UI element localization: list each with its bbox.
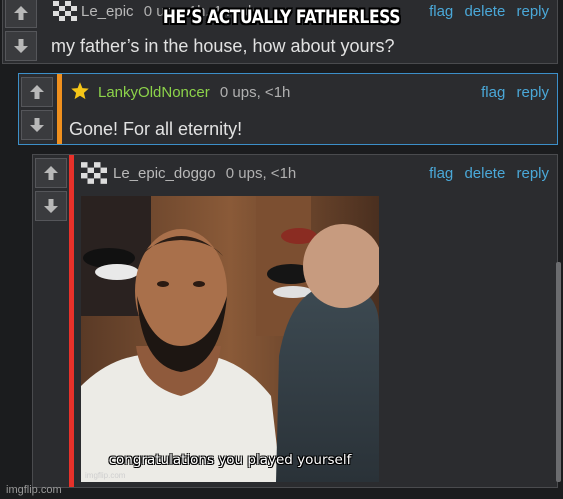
arrow-up-icon (14, 6, 28, 20)
downvote-button[interactable] (5, 31, 37, 61)
pixel-avatar-icon[interactable] (81, 161, 107, 190)
comment-3: Le_epic_doggo 0 ups, <1h flag delete rep… (32, 154, 558, 488)
comment-stats: 0 ups, <1h (219, 84, 291, 101)
arrow-down-icon (30, 118, 44, 132)
vote-controls (33, 155, 69, 221)
arrow-down-icon (44, 199, 58, 213)
meme-caption: congratulations you played yourself (108, 452, 352, 468)
reply-link[interactable]: reply (516, 165, 549, 182)
delete-link[interactable]: delete (464, 165, 505, 182)
imgflip-watermark: imgflip.com (6, 484, 62, 496)
comment-2: LankyOldNoncer 0 ups, <1h flag reply Gon… (18, 73, 558, 145)
meme-illustration (81, 196, 379, 482)
reply-link[interactable]: reply (516, 84, 549, 101)
meme-title-caption: HE’S ACTUALLY FATHERLESS (162, 6, 401, 28)
downvote-button[interactable] (21, 110, 53, 140)
reply-link[interactable]: reply (516, 3, 549, 20)
upvote-button[interactable] (5, 0, 37, 28)
comment-text: my father’s in the house, how about your… (51, 36, 395, 56)
downvote-button[interactable] (35, 191, 67, 221)
vote-controls (19, 74, 55, 140)
username-link[interactable]: Le_epic_doggo (113, 165, 216, 182)
upvote-button[interactable] (35, 158, 67, 188)
vote-controls (3, 0, 39, 61)
comment-text: Gone! For all eternity! (69, 119, 243, 139)
meme-image[interactable]: congratulations you played yourself imgf… (81, 196, 379, 482)
comment-meta: Le_epic_doggo 0 ups, <1h (113, 165, 296, 182)
thread-bar (57, 74, 62, 144)
scrollbar[interactable] (556, 262, 561, 482)
flag-link[interactable]: flag (429, 165, 453, 182)
star-icon (70, 81, 90, 106)
arrow-up-icon (44, 166, 58, 180)
flag-link[interactable]: flag (481, 84, 505, 101)
arrow-up-icon (30, 85, 44, 99)
thread-bar (69, 155, 74, 487)
comment-actions: flag delete reply (422, 165, 549, 182)
comment-meta: LankyOldNoncer 0 ups, <1h (98, 84, 290, 101)
arrow-down-icon (14, 39, 28, 53)
comment-actions: flag reply (474, 84, 549, 101)
comment-stats: 0 ups, <1h (225, 165, 297, 182)
meme-watermark: imgflip.com (85, 471, 126, 480)
upvote-button[interactable] (21, 77, 53, 107)
username-link[interactable]: LankyOldNoncer (98, 84, 210, 101)
